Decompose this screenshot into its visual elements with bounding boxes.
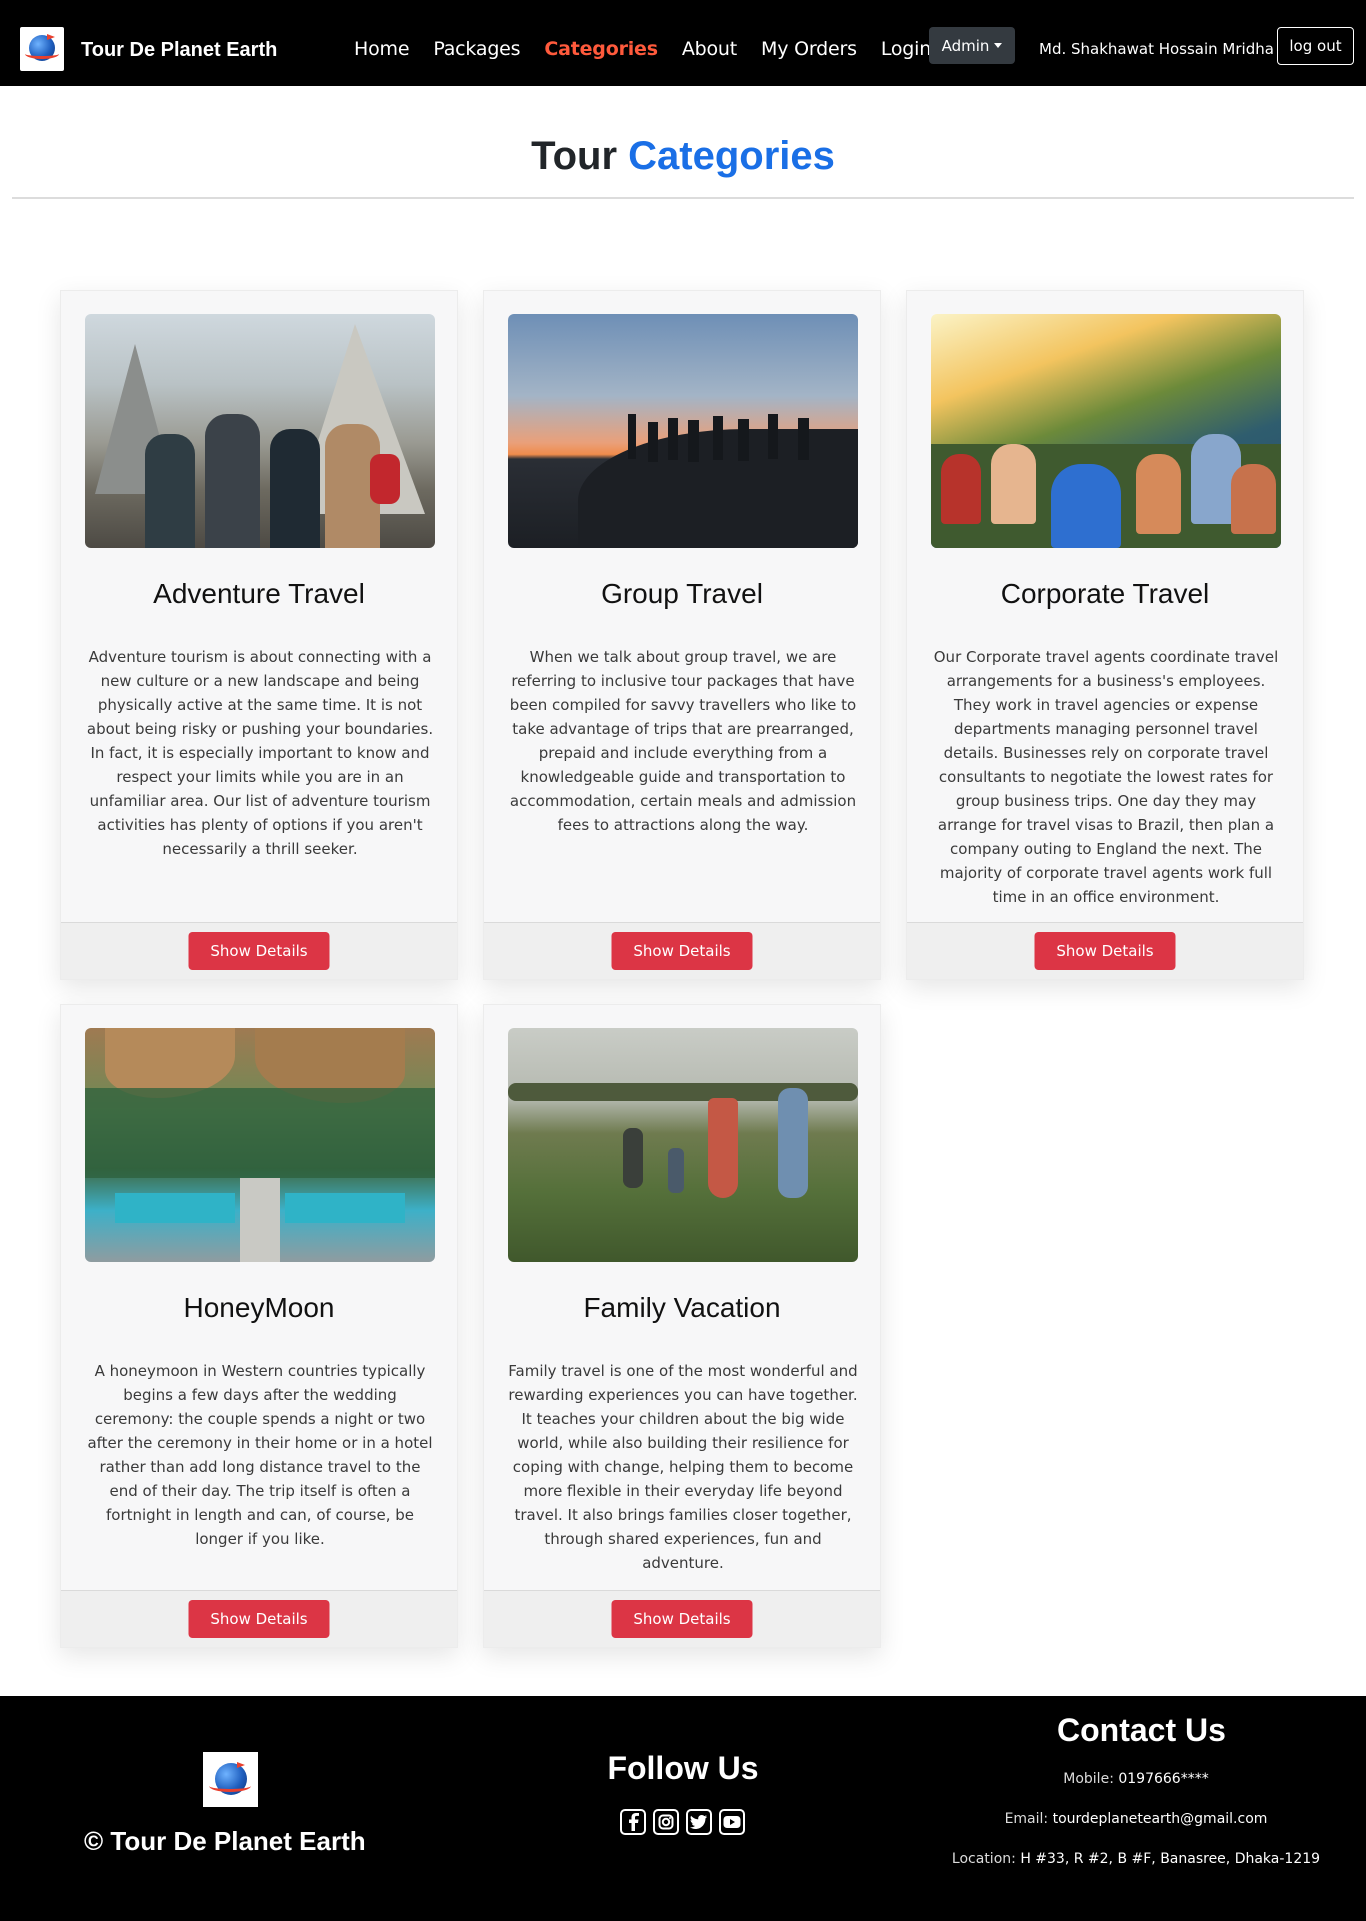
nav-link-home[interactable]: Home <box>354 38 410 60</box>
card-footer: Show Details <box>484 922 880 979</box>
mobile-label: Mobile: <box>1063 1771 1114 1787</box>
brand-name[interactable]: Tour De Planet Earth <box>81 39 277 62</box>
show-details-button[interactable]: Show Details <box>611 1600 753 1638</box>
location-value: H #33, R #2, B #F, Banasree, Dhaka-1219 <box>1020 1851 1321 1867</box>
category-card-honeymoon: HoneyMoon A honeymoon in Western countri… <box>60 1004 458 1648</box>
location-label: Location: <box>951 1851 1016 1867</box>
page-title: Tour Categories <box>0 134 1366 179</box>
category-card-family: Family Vacation Family travel is one of … <box>483 1004 881 1648</box>
nav-link-login[interactable]: Login <box>881 38 931 60</box>
email-label: Email: <box>1004 1811 1049 1827</box>
admin-dropdown-button[interactable]: Admin <box>929 27 1015 64</box>
nav-links: Home Packages Categories About My Orders… <box>354 38 955 60</box>
brand-logo[interactable] <box>20 27 64 71</box>
contact-location: Location: H #33, R #2, B #F, Banasree, D… <box>936 1851 1336 1867</box>
user-name: Md. Shakhawat Hossain Mridha <box>1039 40 1274 58</box>
page-title-accent: Categories <box>628 134 835 178</box>
card-description: Our Corporate travel agents coordinate t… <box>933 648 1279 906</box>
family-vacation-image <box>508 1028 858 1262</box>
honeymoon-image <box>85 1028 435 1262</box>
mobile-value: 0197666**** <box>1118 1771 1209 1787</box>
contact-mobile: Mobile: 0197666**** <box>936 1771 1336 1787</box>
card-footer: Show Details <box>61 922 457 979</box>
nav-link-packages[interactable]: Packages <box>433 38 520 60</box>
card-description: When we talk about group travel, we are … <box>509 648 857 834</box>
adventure-image <box>85 314 435 548</box>
card-description: A honeymoon in Western countries typical… <box>87 1362 433 1548</box>
logout-button[interactable]: log out <box>1277 27 1354 65</box>
nav-link-my-orders[interactable]: My Orders <box>761 38 857 60</box>
category-card-corporate: Corporate Travel Our Corporate travel ag… <box>906 290 1304 980</box>
nav-link-about[interactable]: About <box>682 38 737 60</box>
contact-us-title: Contact Us <box>1057 1712 1226 1748</box>
plane-icon <box>47 34 55 40</box>
card-footer: Show Details <box>484 1590 880 1647</box>
footer-copyright: © Tour De Planet Earth <box>84 1826 366 1856</box>
card-footer: Show Details <box>61 1590 457 1647</box>
instagram-icon[interactable] <box>653 1809 679 1835</box>
show-details-button[interactable]: Show Details <box>188 1600 330 1638</box>
card-title: Family Vacation <box>583 1292 781 1323</box>
group-travel-image <box>508 314 858 548</box>
facebook-icon[interactable] <box>620 1809 646 1835</box>
page-title-main: Tour <box>531 134 618 178</box>
category-card-adventure: Adventure Travel Adventure tourism is ab… <box>60 290 458 980</box>
show-details-button[interactable]: Show Details <box>1034 932 1176 970</box>
card-title: Group Travel <box>601 578 763 609</box>
card-title: Adventure Travel <box>153 578 365 609</box>
admin-label: Admin <box>941 36 990 55</box>
category-card-group: Group Travel When we talk about group tr… <box>483 290 881 980</box>
youtube-icon[interactable] <box>719 1809 745 1835</box>
email-value[interactable]: tourdeplanetearth@gmail.com <box>1053 1811 1268 1827</box>
corporate-travel-image <box>931 314 1281 548</box>
social-links <box>620 1809 745 1835</box>
site-footer: © Tour De Planet Earth Follow Us Contact… <box>0 1696 1366 1921</box>
card-footer: Show Details <box>907 922 1303 979</box>
card-description: Family travel is one of the most wonderf… <box>508 1362 858 1572</box>
show-details-button[interactable]: Show Details <box>611 932 753 970</box>
card-description: Adventure tourism is about connecting wi… <box>86 648 434 858</box>
caret-down-icon <box>994 43 1003 48</box>
title-divider <box>12 197 1354 199</box>
top-navbar: Tour De Planet Earth Home Packages Categ… <box>0 0 1366 86</box>
show-details-button[interactable]: Show Details <box>188 932 330 970</box>
card-title: Corporate Travel <box>1000 578 1210 609</box>
nav-link-categories[interactable]: Categories <box>544 38 658 60</box>
card-title: HoneyMoon <box>183 1292 335 1323</box>
twitter-icon[interactable] <box>686 1809 712 1835</box>
swoosh-icon <box>25 49 59 59</box>
contact-email: Email: tourdeplanetearth@gmail.com <box>936 1811 1336 1827</box>
